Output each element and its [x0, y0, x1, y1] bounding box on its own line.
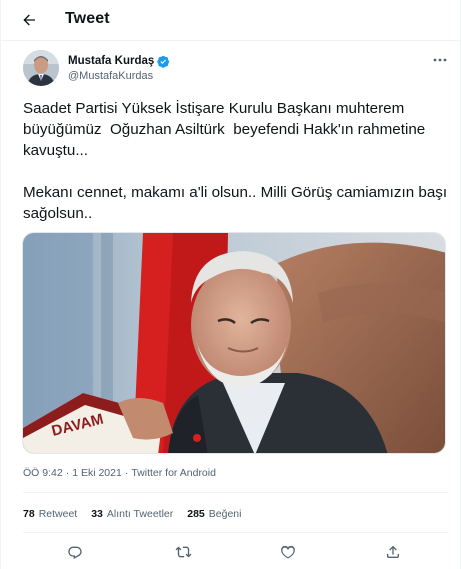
- share-icon: [387, 545, 399, 558]
- retweet-button[interactable]: [173, 542, 193, 562]
- author-display-name[interactable]: Mustafa Kurdaş: [68, 55, 154, 67]
- like-icon: [281, 545, 295, 559]
- tweet-page: Tweet Mustafa Kurdaş @MustafaKurdas Saad…: [0, 0, 461, 569]
- author-handle[interactable]: @MustafaKurdas: [68, 70, 170, 82]
- stat-label: Alıntı Tweetler: [106, 508, 174, 520]
- stat-label: Retweet: [38, 508, 78, 520]
- verified-badge-icon: [157, 55, 170, 68]
- stat-count: 33: [91, 508, 103, 520]
- stat-retweets[interactable]: 78 Retweet: [23, 508, 77, 520]
- back-button[interactable]: [17, 8, 41, 32]
- like-button[interactable]: [278, 542, 298, 562]
- tweet-author[interactable]: Mustafa Kurdaş @MustafaKurdas: [23, 48, 170, 88]
- header-divider: [1, 40, 461, 41]
- meta-separator: ·: [124, 467, 129, 479]
- stat-label: Beğeni: [208, 508, 242, 520]
- arrow-left-icon: [23, 14, 35, 26]
- share-button[interactable]: [383, 542, 403, 562]
- tweet-source[interactable]: Twitter for Android: [131, 467, 216, 479]
- stat-likes[interactable]: 285 Beğeni: [187, 508, 241, 520]
- top-bar: Tweet: [1, 0, 461, 40]
- reply-button[interactable]: [65, 542, 85, 562]
- retweet-icon: [175, 546, 191, 558]
- meta-divider: [23, 492, 448, 493]
- stat-quote-tweets[interactable]: 33 Alıntı Tweetler: [91, 508, 173, 520]
- tweet-image[interactable]: DAVAM: [22, 232, 446, 454]
- more-horizontal-icon: [433, 58, 447, 62]
- avatar[interactable]: [23, 50, 59, 86]
- more-button[interactable]: [431, 54, 449, 66]
- tweet-stats: 78 Retweet 33 Alıntı Tweetler 285 Beğeni: [23, 508, 255, 520]
- meta-separator: ·: [65, 467, 70, 479]
- tweet-meta: ÖÖ 9:42 · 1 Eki 2021 · Twitter for Andro…: [23, 467, 216, 479]
- stat-count: 285: [187, 508, 205, 520]
- tweet-text: Saadet Partisi Yüksek İstişare Kurulu Ba…: [23, 100, 448, 222]
- stats-divider: [23, 532, 448, 533]
- tweet-actions: [1, 540, 461, 564]
- tweet-date[interactable]: 1 Eki 2021: [72, 467, 122, 479]
- reply-icon: [68, 546, 82, 559]
- tweet-time[interactable]: ÖÖ 9:42: [23, 467, 63, 479]
- stat-count: 78: [23, 508, 35, 520]
- page-title: Tweet: [65, 10, 110, 27]
